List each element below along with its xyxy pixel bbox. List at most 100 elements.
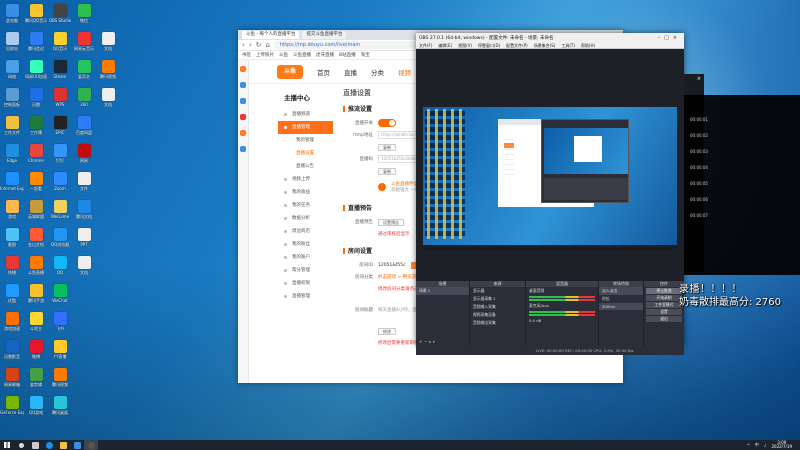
desktop-icon[interactable]: 金山文档 [24, 226, 48, 254]
desktop-icon[interactable]: 控制面板 [0, 86, 24, 114]
bookmark-item[interactable]: 淘宝 [361, 52, 370, 58]
add-remove-icon[interactable]: ＋ − ∧ ∨ [416, 338, 438, 346]
desktop-icon[interactable]: 文档 [72, 254, 96, 282]
bookmark-item[interactable]: 书签 [242, 52, 251, 58]
desktop-icon[interactable]: 腾讯视频 [96, 58, 120, 86]
obs-menu-item[interactable]: 配置文件(P) [506, 42, 528, 48]
desktop-icon[interactable]: 游戏加速 [0, 310, 24, 338]
start-recording-button[interactable]: 开始录制 [646, 295, 682, 301]
desktop-icon[interactable]: 迅雷 [24, 86, 48, 114]
taskbar-item[interactable] [14, 440, 28, 450]
desktop-icon[interactable]: 爱奇艺 [72, 58, 96, 86]
desktop-icon[interactable]: QQ [48, 254, 72, 282]
sidebar-icon[interactable] [240, 114, 246, 120]
obs-menu-item[interactable]: 视图(V) [458, 42, 472, 48]
obs-menu-item[interactable]: 工具(T) [561, 42, 575, 48]
clock[interactable]: 3:09 2022/7/19 [771, 440, 792, 450]
obs-menu-item[interactable]: 文件(F) [419, 42, 432, 48]
desktop-icon[interactable]: Zoom [48, 170, 72, 198]
taskbar-item[interactable] [84, 440, 98, 450]
desktop-icon[interactable]: Steam [48, 58, 72, 86]
nav-live[interactable]: 直播 [344, 67, 357, 77]
close-icon[interactable]: × [697, 76, 701, 82]
nav-home[interactable]: 首页 [317, 67, 330, 77]
desktop-icon[interactable]: 腾讯QQ音乐 [24, 2, 48, 30]
desktop-icon[interactable]: 腾讯桌面 [48, 394, 72, 422]
duration-input[interactable]: 300ms [599, 303, 643, 310]
desktop-icon[interactable]: Chrome [24, 142, 48, 170]
desktop-icon[interactable]: OBS Studio [48, 2, 72, 30]
desktop-icon[interactable]: WeChat [48, 282, 72, 310]
anchor-menu-item[interactable]: 我的任务 [278, 199, 333, 212]
desktop-icon[interactable]: 工作簿 [24, 114, 48, 142]
browser-tab[interactable]: 提交斗鱼直播平台 [302, 31, 347, 39]
desktop-icon[interactable]: 腾讯视频 [48, 366, 72, 394]
home-icon[interactable]: ⌂ [266, 41, 270, 49]
desktop-icon[interactable]: 360 [72, 86, 96, 114]
sidebar-icon[interactable] [240, 130, 246, 136]
sidebar-icon[interactable] [240, 66, 246, 72]
volume-icon[interactable]: ♪ [764, 443, 767, 448]
desktop-icon[interactable]: 斗鱼直播 [24, 254, 48, 282]
desktop-icon[interactable]: 飞书 [48, 310, 72, 338]
desktop-icon[interactable]: 网易云音乐 [72, 30, 96, 58]
sidebar-icon[interactable] [240, 146, 246, 152]
desktop-icon[interactable]: 英雄联盟 [24, 198, 48, 226]
desktop-icon[interactable]: 截图 [0, 226, 24, 254]
taskbar-item[interactable] [28, 440, 42, 450]
edit-button[interactable]: 修改 [378, 327, 396, 335]
bookmark-item[interactable]: 上传照片 [256, 52, 274, 58]
desktop-icon[interactable]: 优酷 [0, 282, 24, 310]
desktop-icon[interactable]: 腾讯手游 [24, 282, 48, 310]
stop-streaming-button[interactable]: 停止推流 [646, 288, 682, 294]
desktop-icon[interactable]: 回收站 [0, 30, 24, 58]
source-item[interactable]: 显示器采集 1 [470, 295, 525, 303]
bookmark-item[interactable]: 斗鱼直播 [293, 52, 311, 58]
browser-tab[interactable]: 斗鱼 - 每个人的直播平台 [242, 31, 300, 39]
start-button[interactable] [0, 440, 14, 450]
bookmark-item[interactable]: 虎牙直播 [316, 52, 334, 58]
taskbar-item[interactable] [70, 440, 84, 450]
desktop-icon[interactable]: WPS [48, 86, 72, 114]
back-icon[interactable]: ‹ [242, 41, 245, 49]
reload-icon[interactable]: ↻ [256, 41, 262, 49]
settings-button[interactable]: 设置 [646, 309, 682, 315]
copy-button[interactable]: 复制 [378, 167, 396, 175]
room-category-link[interactable]: 射击游戏 > 腾讯游戏 [378, 274, 421, 280]
studio-mode-button[interactable]: 工作室模式 [646, 302, 682, 308]
anchor-menu-item[interactable]: 视频上传 [278, 173, 333, 186]
obs-menu-item[interactable]: 场景集合(S) [534, 42, 556, 48]
anchor-menu-item[interactable]: 周边商店 [278, 225, 333, 238]
live-switch-toggle[interactable] [378, 119, 396, 127]
desktop-icon[interactable]: 快播 [0, 254, 24, 282]
desktop-icon[interactable]: 文件 [72, 170, 96, 198]
copy-button[interactable]: 复制 [378, 143, 396, 151]
bookmark-item[interactable]: 斗鱼 [279, 52, 288, 58]
source-item[interactable]: 显示器 [470, 287, 525, 295]
anchor-menu-item[interactable]: 数据分析 [278, 212, 333, 225]
tray-overflow-icon[interactable]: ^ [747, 443, 750, 448]
desktop-icon[interactable]: 文档 [96, 30, 120, 58]
desktop-icon[interactable]: 文档 [96, 86, 120, 114]
desktop-icon[interactable]: 网易 [72, 142, 96, 170]
desktop-icon[interactable]: 斗地主 [24, 310, 48, 338]
desktop-icon[interactable]: 一起看 [24, 170, 48, 198]
anchor-menu-item[interactable]: 帮分管理 [278, 264, 333, 277]
desktop-icon[interactable]: 钉钉 [48, 142, 72, 170]
desktop-icon[interactable]: WeGame [48, 198, 72, 226]
window-controls-icon[interactable]: –□× [658, 35, 681, 41]
nav-category[interactable]: 分类 [371, 67, 384, 77]
desktop-icon[interactable]: QQ音乐 [48, 30, 72, 58]
obs-menu-item[interactable]: 帮助(H) [581, 42, 595, 48]
set-preview-button[interactable]: 设置预告 [378, 218, 404, 226]
taskbar-item[interactable] [56, 440, 70, 450]
desktop-icon[interactable]: 网络 [0, 58, 24, 86]
scene-item[interactable]: 场景 1 [416, 287, 469, 295]
source-item[interactable]: 视频采集设备 [470, 311, 525, 319]
taskbar-item[interactable] [42, 440, 56, 450]
desktop-icon[interactable]: 百度网盘 [72, 114, 96, 142]
obs-window[interactable]: OBS 27.0.1 (64-bit, windows) - 配置文件: 未命名… [416, 33, 684, 355]
desktop-icon[interactable]: 游戏 [0, 198, 24, 226]
anchor-menu-item[interactable]: 我的管理 [278, 134, 333, 147]
anchor-menu-item[interactable]: 我的账户 [278, 251, 333, 264]
